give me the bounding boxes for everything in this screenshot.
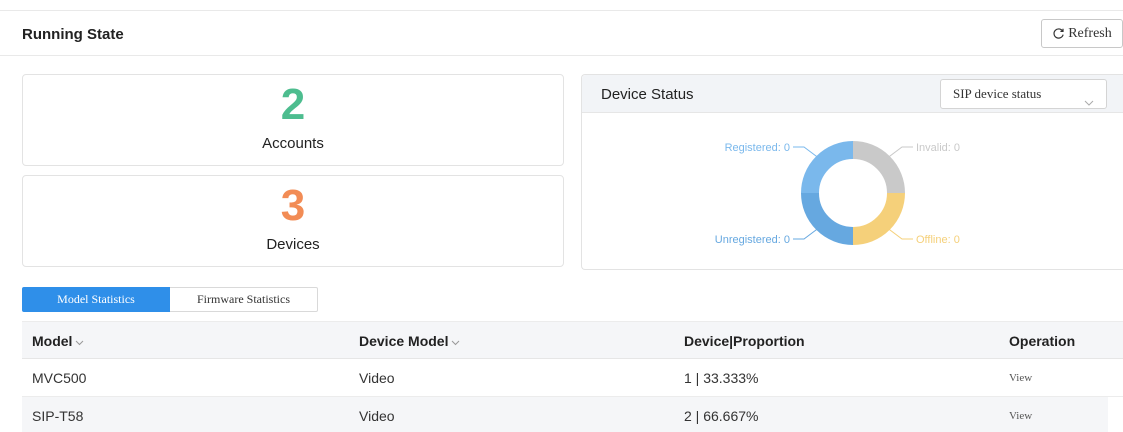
devices-count: 3 — [280, 181, 306, 230]
table-row: SIP-T58 Video 2 | 66.667% View — [22, 397, 1108, 432]
column-header-operation: Operation — [1009, 333, 1076, 349]
refresh-icon — [1052, 27, 1065, 40]
cell-device-model: Video — [359, 408, 395, 424]
registered-label: Registered: 0 — [725, 142, 790, 154]
offline-label: Offline: 0 — [916, 234, 960, 246]
device-status-header: Device Status SIP device status — [582, 75, 1123, 113]
invalid-label: Invalid: 0 — [916, 142, 960, 154]
tab-firmware-statistics[interactable]: Firmware Statistics — [170, 287, 318, 312]
cell-model: MVC500 — [32, 370, 87, 386]
accounts-card: 2 Accounts — [22, 74, 564, 166]
column-header-model-label: Model — [32, 333, 73, 349]
table-header: Model Device Model Device|Proportion Ope… — [22, 321, 1123, 359]
devices-card: 3 Devices — [22, 175, 564, 267]
column-header-device-model-label: Device Model — [359, 333, 449, 349]
refresh-label: Refresh — [1068, 25, 1112, 41]
column-header-proportion: Device|Proportion — [684, 333, 805, 349]
chevron-down-icon — [451, 333, 460, 349]
device-status-donut: Registered: 0 Invalid: 0 Offline: 0 Unre… — [715, 141, 960, 246]
cell-proportion: 2 | 66.667% — [684, 408, 759, 424]
view-link[interactable]: View — [1009, 410, 1032, 422]
model-statistics-table: Model Device Model Device|Proportion Ope… — [22, 321, 1123, 432]
cell-proportion: 1 | 33.333% — [684, 370, 759, 386]
column-header-device-model[interactable]: Device Model — [359, 333, 460, 349]
cell-model: SIP-T58 — [32, 408, 84, 424]
page-title: Running State — [22, 26, 124, 43]
refresh-button[interactable]: Refresh — [1041, 19, 1123, 48]
devices-label: Devices — [266, 236, 320, 253]
tab-model-statistics[interactable]: Model Statistics — [22, 287, 170, 312]
page-header: Running State Refresh — [0, 11, 1123, 56]
unregistered-label: Unregistered: 0 — [715, 234, 790, 246]
chevron-down-icon — [75, 333, 84, 349]
status-type-select[interactable]: SIP device status — [940, 79, 1107, 109]
statistics-tabs: Model Statistics Firmware Statistics — [22, 287, 318, 312]
view-link[interactable]: View — [1009, 372, 1032, 384]
cell-device-model: Video — [359, 370, 395, 386]
accounts-label: Accounts — [262, 135, 324, 152]
accounts-count: 2 — [280, 80, 306, 129]
column-header-model[interactable]: Model — [32, 333, 84, 349]
device-status-title: Device Status — [601, 86, 694, 103]
device-status-panel: Device Status SIP device status Register… — [581, 74, 1123, 270]
table-row: MVC500 Video 1 | 33.333% View — [22, 359, 1123, 397]
status-type-select-value: SIP device status — [953, 86, 1042, 101]
